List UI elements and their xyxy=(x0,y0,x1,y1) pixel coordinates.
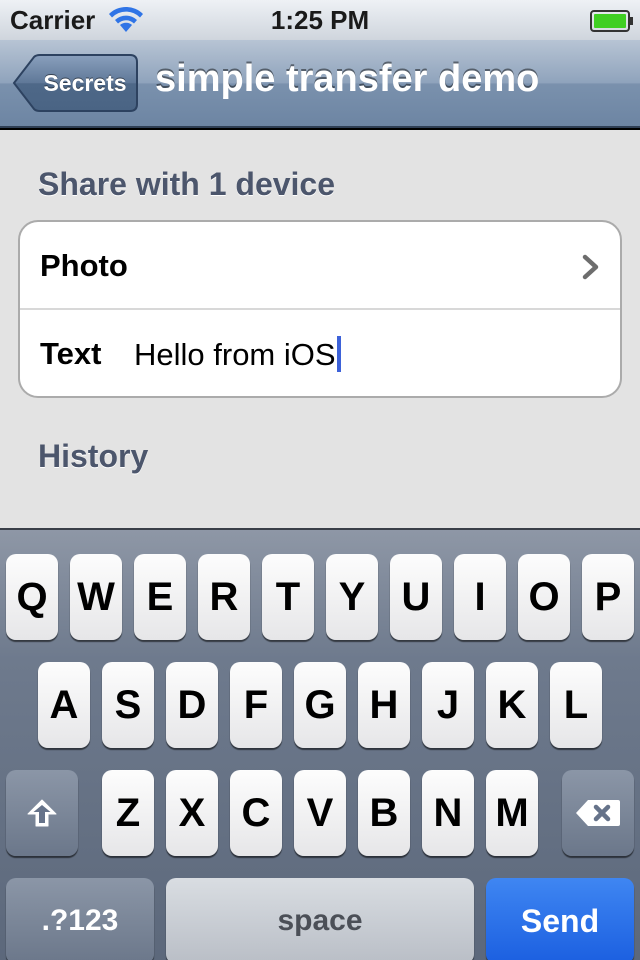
back-button[interactable]: Secrets xyxy=(12,54,138,112)
shift-icon xyxy=(27,799,57,827)
key-g[interactable]: G xyxy=(294,662,346,748)
key-a[interactable]: A xyxy=(38,662,90,748)
key-p[interactable]: P xyxy=(582,554,634,640)
back-button-label: Secrets xyxy=(43,70,127,96)
key-c[interactable]: C xyxy=(230,770,282,856)
text-label: Text xyxy=(40,336,102,371)
text-input-value: Hello from iOS xyxy=(134,337,336,372)
key-k[interactable]: K xyxy=(486,662,538,748)
chevron-right-icon xyxy=(582,254,600,280)
key-h[interactable]: H xyxy=(358,662,410,748)
text-cursor xyxy=(336,336,341,372)
text-input[interactable]: Hello from iOS xyxy=(134,336,341,373)
key-x[interactable]: X xyxy=(166,770,218,856)
numbers-key[interactable]: .?123 xyxy=(6,878,154,960)
key-d[interactable]: D xyxy=(166,662,218,748)
delete-icon xyxy=(576,800,620,826)
key-s[interactable]: S xyxy=(102,662,154,748)
key-y[interactable]: Y xyxy=(326,554,378,640)
key-w[interactable]: W xyxy=(70,554,122,640)
space-key[interactable]: space xyxy=(166,878,474,960)
history-section-header: History xyxy=(38,438,149,474)
keyboard: Q W E R T Y U I O P A S D F G H J K L Z … xyxy=(0,528,640,960)
key-q[interactable]: Q xyxy=(6,554,58,640)
key-b[interactable]: B xyxy=(358,770,410,856)
key-e[interactable]: E xyxy=(134,554,186,640)
status-bar: Carrier 1:25 PM xyxy=(0,0,640,40)
key-f[interactable]: F xyxy=(230,662,282,748)
key-z[interactable]: Z xyxy=(102,770,154,856)
key-m[interactable]: M xyxy=(486,770,538,856)
key-r[interactable]: R xyxy=(198,554,250,640)
share-section-header: Share with 1 device xyxy=(38,166,336,202)
page-title: simple transfer demo xyxy=(155,58,540,100)
status-time: 1:25 PM xyxy=(270,5,370,35)
key-n[interactable]: N xyxy=(422,770,474,856)
text-row[interactable]: Text Hello from iOS xyxy=(20,310,620,396)
photo-row[interactable]: Photo xyxy=(20,222,620,310)
battery-full-icon xyxy=(590,8,634,32)
delete-key[interactable] xyxy=(562,770,634,856)
shift-key[interactable] xyxy=(6,770,78,856)
navigation-bar: Secrets simple transfer demo xyxy=(0,40,640,128)
key-u[interactable]: U xyxy=(390,554,442,640)
key-j[interactable]: J xyxy=(422,662,474,748)
key-o[interactable]: O xyxy=(518,554,570,640)
photo-label: Photo xyxy=(40,248,128,283)
share-group: Photo Text Hello from iOS xyxy=(18,220,622,398)
key-t[interactable]: T xyxy=(262,554,314,640)
key-i[interactable]: I xyxy=(454,554,506,640)
key-v[interactable]: V xyxy=(294,770,346,856)
content-area: Share with 1 device Photo Text Hello fro… xyxy=(0,130,640,528)
key-l[interactable]: L xyxy=(550,662,602,748)
send-button[interactable]: Send xyxy=(486,878,634,960)
